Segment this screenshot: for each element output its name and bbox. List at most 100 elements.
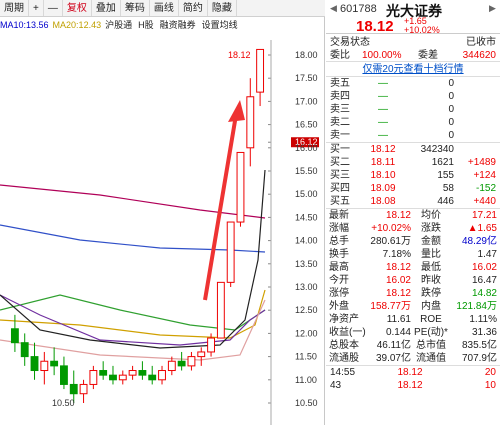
sell-price: — [378, 130, 388, 141]
tick-price: 18.12 [397, 367, 423, 378]
tick-price: 18.12 [397, 380, 423, 391]
price-axis-label: 16.50 [295, 120, 318, 130]
stat-value: 31.36 [471, 327, 497, 338]
stat-row-5: 今开 16.02 昨收 16.47 [326, 274, 500, 287]
toolbar-item-7[interactable]: 简约 [179, 0, 208, 16]
ma-line-3 [0, 289, 266, 339]
stat-value: 0.144 [385, 327, 411, 338]
stat-value: 14.82 [471, 288, 497, 299]
candle-body [148, 374, 157, 381]
sell-volume: 0 [448, 130, 454, 141]
candle-body [236, 151, 245, 223]
stat-value: 16.02 [471, 262, 497, 273]
ma-link-0[interactable]: 沪股通 [105, 20, 132, 30]
buy-volume: 155 [437, 170, 454, 181]
candle-body [109, 374, 117, 381]
candle-body [167, 360, 176, 372]
stat-label: 总市值 [416, 340, 446, 351]
tick-row-1: 43 18.12 10 [326, 379, 500, 392]
diff-label: 委差 [418, 50, 438, 61]
buy-price: 18.12 [370, 144, 396, 155]
stat-label: 流通值 [416, 353, 446, 364]
stat-value: 16.02 [385, 275, 411, 286]
candle-body [50, 360, 59, 367]
buy-delta: +1489 [467, 157, 496, 168]
buy-delta [454, 143, 496, 156]
ma-link-3[interactable]: 设置均线 [202, 20, 238, 30]
price-axis-label: 15.50 [295, 166, 318, 176]
stat-label: 最新 [329, 210, 349, 221]
sell-label: 卖一 [330, 130, 350, 141]
buy-label: 买三 [330, 170, 350, 181]
status-label: 交易状态 [330, 37, 370, 48]
level2-promo-link[interactable]: 仅需20元查看十档行情 [326, 62, 500, 77]
stat-row-9: 收益(一) 0.144 PE(动)* 31.36 [326, 326, 500, 339]
stat-label: 金额 [421, 236, 441, 247]
toolbar-item-4[interactable]: 叠加 [92, 0, 121, 16]
diff-value: 344620 [462, 50, 496, 61]
candle-body [246, 96, 255, 149]
candle-body [138, 370, 147, 376]
stat-label: ROE [420, 314, 442, 325]
toolbar-item-6[interactable]: 画线 [150, 0, 179, 16]
candle-body [40, 360, 49, 372]
stat-label: 外盘 [329, 301, 349, 312]
buy-label: 买二 [330, 157, 350, 168]
stat-row-3: 换手 7.18% 量比 1.47 [326, 248, 500, 261]
toolbar-item-0[interactable]: 周期 [0, 0, 29, 16]
toolbar-item-5[interactable]: 筹码 [121, 0, 150, 16]
ma-line-2 [0, 294, 266, 331]
stat-row-4: 最高 18.12 最低 16.02 [326, 261, 500, 274]
stat-value: 280.61万 [370, 236, 411, 247]
price-axis-label: 16.00 [295, 143, 318, 153]
stat-value: +10.02% [371, 223, 411, 234]
tick-volume: 20 [484, 367, 496, 378]
buy-volume: 446 [437, 196, 454, 207]
stat-value: 835.5亿 [461, 340, 497, 351]
sell-volume: 0 [448, 91, 454, 102]
status-value: 已收市 [466, 37, 496, 48]
next-stock-icon[interactable]: ▶ [489, 3, 496, 14]
ma-line-1 [0, 224, 266, 253]
ma-link-1[interactable]: H股 [138, 20, 154, 30]
toolbar-item-1[interactable]: + [29, 0, 44, 16]
quote-panel: ◀ 601788 光大证券 ▶ 18.12 +1.65 +10.02% 交易状态… [326, 0, 500, 425]
order-ratio-row: 委比 100.00% 委差 344620 [326, 49, 500, 62]
buy-delta: +440 [473, 196, 496, 207]
prev-stock-icon[interactable]: ◀ [330, 3, 337, 14]
candle-body [79, 383, 88, 395]
kline-chart[interactable]: 18.0017.5017.0016.5016.1216.0015.5015.00… [0, 0, 325, 425]
candle-body [177, 360, 186, 367]
stat-value: 121.84万 [456, 301, 497, 312]
toolbar-item-2[interactable]: — [44, 0, 63, 16]
toolbar-item-3[interactable]: 复权 [63, 0, 92, 16]
sell-row-4: 卖一 — 0 [326, 129, 500, 142]
price-axis-label: 10.50 [295, 398, 318, 408]
sell-volume: 0 [448, 104, 454, 115]
stat-label: 昨收 [421, 275, 441, 286]
sell-label: 卖五 [330, 78, 350, 89]
stat-label: 涨跌 [421, 223, 441, 234]
price-axis-label: 14.50 [295, 212, 318, 222]
stat-value: 17.21 [471, 210, 497, 221]
buy-volume: 342340 [420, 144, 454, 155]
tick-time: 14:55 [330, 367, 356, 378]
ma-link-2[interactable]: 融资融券 [160, 20, 196, 30]
sell-row-3: 卖二 — 0 [326, 116, 500, 129]
toolbar-item-8[interactable]: 隐藏 [208, 0, 237, 16]
stat-value: ▲1.65 [467, 223, 497, 234]
stock-header: ◀ 601788 光大证券 ▶ 18.12 +1.65 +10.02% [326, 0, 500, 35]
buy-orders: 买一 18.12 342340 买二 18.11 1621 +1489 买三 18.10 155 +… [326, 143, 500, 209]
sell-label: 卖三 [330, 104, 350, 115]
sell-orders: 卖五 — 0 卖四 — 0 卖三 — 0 卖二 — 0 卖一 — 0 [326, 77, 500, 143]
stat-value: 1.47 [477, 249, 497, 260]
stock-terminal: 18.00 17.50 17.00 16.50 16.12 16.00 15.50 15.00… [0, 0, 500, 425]
stat-row-6: 涨停 18.12 跌停 14.82 [326, 287, 500, 300]
stat-row-8: 净资产 11.61 ROE 1.11% [326, 313, 500, 326]
stat-label: 总手 [329, 236, 349, 247]
candle-body [30, 356, 39, 372]
candle-body [187, 356, 196, 367]
stat-label: 内盘 [421, 301, 441, 312]
stat-row-1: 涨幅 +10.02% 涨跌 ▲1.65 [326, 222, 500, 235]
price-axis-label: 13.50 [295, 259, 318, 269]
